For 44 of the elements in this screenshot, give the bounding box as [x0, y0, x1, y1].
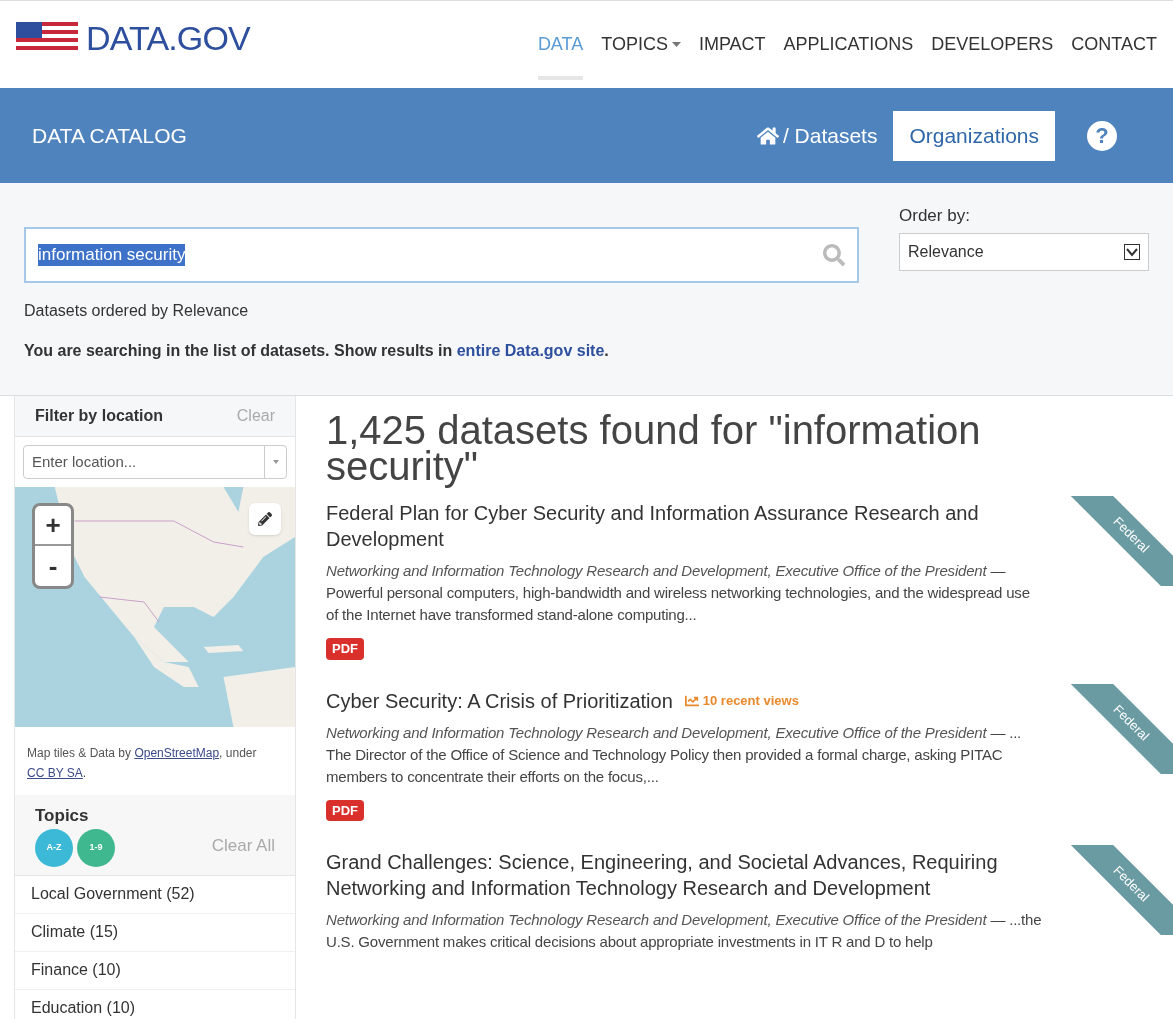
organizations-button[interactable]: Organizations: [893, 110, 1055, 161]
location-field[interactable]: Enter location...: [23, 445, 287, 479]
home-icon[interactable]: [756, 124, 779, 147]
caret-icon: [671, 42, 681, 47]
dropdown-icon: [272, 460, 279, 464]
catalog-title: DATA CATALOG: [32, 122, 187, 149]
site-logo[interactable]: DATA.GOV: [86, 21, 250, 55]
license-link[interactable]: CC BY SA: [27, 766, 83, 780]
order-label: Order by:: [899, 205, 971, 227]
nav-link[interactable]: TOPICS: [601, 31, 681, 80]
trend-icon: [684, 693, 699, 708]
dataset-description: Networking and Information Technology Research and Development, Executive Office of the President — Powerful personal computers, high-bandwidth and wireless networking technologies, and the widespread use of the Internet have transformed stand-alone computing...: [326, 561, 1031, 625]
help-button[interactable]: ?: [1087, 120, 1117, 151]
format-badge[interactable]: PDF: [326, 638, 364, 660]
nav-link[interactable]: CONTACT: [1071, 31, 1157, 80]
nav-link[interactable]: DEVELOPERS: [931, 31, 1054, 80]
search-field[interactable]: information security: [24, 227, 859, 283]
topic-item[interactable]: Education (10): [15, 989, 295, 1019]
ordered-note: Datasets ordered by Relevance: [24, 301, 250, 321]
order-select[interactable]: Relevance: [899, 232, 1149, 271]
zoom-in-button[interactable]: +: [35, 506, 71, 546]
dropdown-icon: [1124, 243, 1140, 260]
nav-link[interactable]: APPLICATIONS: [783, 31, 914, 80]
dataset-title[interactable]: Grand Challenges: Science, Engineering, and Societal Advances, Requiring Networking and Information Technology Research and Development: [326, 849, 1043, 901]
format-badge[interactable]: PDF: [326, 799, 364, 821]
scope-note: You are searching in the list of datasets. Show results in entire Data.gov site.: [24, 341, 610, 361]
dataset-description: Networking and Information Technology Research and Development, Executive Office of the President — ...the U.S. Government makes critical decisions about appropriate investments in IT R and D to help: [326, 910, 1043, 952]
topics-title: Topics: [35, 805, 90, 827]
pencil-icon: [258, 512, 272, 526]
site-link[interactable]: entire Data.gov site: [456, 342, 605, 359]
map-credit: Map tiles & Data by OpenStreetMap, under CC BY SA.: [26, 745, 258, 782]
recent-views: 10 recent views: [702, 691, 799, 710]
topic-item[interactable]: Finance (10): [15, 951, 295, 990]
dataset-title[interactable]: Federal Plan for Cyber Security and Information Assurance Research and Development: [326, 500, 1043, 552]
nav-link[interactable]: IMPACT: [698, 31, 766, 80]
zoom-out-button[interactable]: -: [35, 546, 71, 586]
draw-button[interactable]: [249, 503, 281, 535]
filter-title: Filter by location: [35, 406, 163, 426]
breadcrumb-link[interactable]: / Datasets: [782, 119, 878, 152]
flag-logo-icon: [16, 22, 78, 54]
dataset-description: Networking and Information Technology Research and Development, Executive Office of the President — ... The Director of the Office of Science and Technology Policy then provided a formal charge, asking PITAC members to concentrate their efforts on the focus,...: [326, 722, 1023, 787]
topic-item[interactable]: Local Government (52): [15, 875, 295, 914]
dataset-title[interactable]: Cyber Security: A Crisis of Prioritization: [326, 687, 673, 714]
topic-item[interactable]: Climate (15): [15, 913, 295, 952]
